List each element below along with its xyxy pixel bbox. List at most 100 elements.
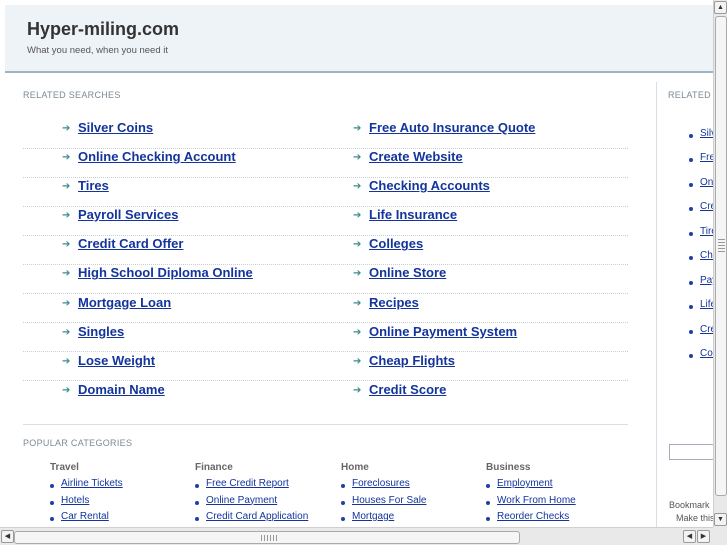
- related-search-link[interactable]: Lose Weight: [78, 353, 155, 368]
- category-link[interactable]: Houses For Sale: [352, 495, 426, 506]
- arrow-right-icon: ➔: [353, 123, 362, 134]
- row-separator: [23, 380, 628, 382]
- category-item: Reorder Checks: [486, 511, 626, 527]
- right-related-link[interactable]: Cre: [700, 324, 713, 335]
- row-separator: [23, 263, 628, 265]
- horizontal-scroll-thumb[interactable]: [14, 531, 520, 544]
- related-search-link[interactable]: Online Store: [369, 265, 446, 280]
- related-search-link[interactable]: Mortgage Loan: [78, 295, 171, 310]
- category-item: Online Payment: [195, 495, 335, 512]
- arrow-right-icon: ➔: [62, 355, 71, 367]
- right-related-link[interactable]: Silv: [700, 128, 713, 139]
- category-link[interactable]: Mortgage: [352, 511, 394, 522]
- related-search-link[interactable]: High School Diploma Online: [78, 265, 253, 280]
- category-link[interactable]: Online Payment: [206, 495, 277, 506]
- related-search-link[interactable]: Checking Accounts: [369, 178, 490, 193]
- grip-icon: [718, 239, 725, 253]
- related-search-item: ➔ Online Payment System: [353, 322, 628, 351]
- category-link[interactable]: Employment: [497, 478, 553, 489]
- right-related-link[interactable]: Cre: [700, 201, 713, 212]
- bullet-icon: [689, 305, 693, 309]
- category-link[interactable]: Foreclosures: [352, 478, 410, 489]
- bullet-icon: [486, 517, 490, 521]
- related-search-item: ➔ Lose Weight: [62, 351, 337, 380]
- related-search-link[interactable]: Domain Name: [78, 382, 165, 397]
- bullet-icon: [689, 281, 693, 285]
- horizontal-scrollbar[interactable]: ◀ ◀ ▶: [0, 527, 713, 545]
- related-search-link[interactable]: Recipes: [369, 295, 419, 310]
- right-related-link[interactable]: Life: [700, 299, 713, 310]
- related-search-item: ➔ Credit Score: [353, 380, 628, 409]
- arrow-right-icon: ➔: [353, 152, 362, 164]
- related-search-link[interactable]: Credit Card Offer: [78, 236, 183, 251]
- category-link[interactable]: Hotels: [61, 495, 89, 506]
- category-column: Travel Airline Tickets Hotels Car Rental: [50, 462, 190, 527]
- related-search-link[interactable]: Life Insurance: [369, 207, 457, 222]
- category-item: Houses For Sale: [341, 495, 481, 512]
- page-viewport: Hyper-miling.com What you need, when you…: [0, 0, 713, 527]
- right-related-link[interactable]: Free: [700, 152, 713, 163]
- related-search-link[interactable]: Online Payment System: [369, 324, 517, 339]
- right-related-link[interactable]: Che: [700, 250, 713, 261]
- related-search-link[interactable]: Payroll Services: [78, 207, 178, 222]
- bullet-icon: [195, 484, 199, 488]
- related-search-item: ➔ Silver Coins: [62, 118, 337, 147]
- related-search-item: ➔ Recipes: [353, 293, 628, 322]
- category-item: Work From Home: [486, 495, 626, 512]
- arrow-right-icon: ➔: [62, 210, 71, 222]
- related-search-item: ➔ Online Store: [353, 263, 628, 292]
- vertical-scroll-thumb[interactable]: [715, 16, 727, 496]
- right-related-link[interactable]: Tire: [700, 226, 713, 237]
- related-search-item: ➔ Checking Accounts: [353, 176, 628, 205]
- related-search-link[interactable]: Create Website: [369, 149, 463, 164]
- related-search-item: ➔ Tires: [62, 176, 337, 205]
- arrow-right-icon: ➔: [353, 210, 362, 222]
- related-search-item: ➔ Singles: [62, 322, 337, 351]
- related-search-link[interactable]: Singles: [78, 324, 124, 339]
- triangle-down-icon[interactable]: ▼: [714, 513, 727, 526]
- triangle-left-icon[interactable]: ◀: [1, 530, 14, 543]
- bullet-icon: [689, 330, 693, 334]
- row-separator: [23, 351, 628, 353]
- category-link[interactable]: Work From Home: [497, 495, 576, 506]
- bullet-icon: [689, 256, 693, 260]
- related-search-link[interactable]: Cheap Flights: [369, 353, 455, 368]
- related-search-link[interactable]: Online Checking Account: [78, 149, 236, 164]
- related-search-link[interactable]: Credit Score: [369, 382, 446, 397]
- category-link[interactable]: Credit Card Application: [206, 511, 308, 522]
- category-link[interactable]: Reorder Checks: [497, 511, 569, 522]
- related-search-item: ➔ Create Website: [353, 147, 628, 176]
- category-item: Hotels: [50, 495, 190, 512]
- category-link[interactable]: Airline Tickets: [61, 478, 123, 489]
- related-search-link[interactable]: Colleges: [369, 236, 423, 251]
- category-column: Home Foreclosures Houses For Sale Mortgage: [341, 462, 481, 527]
- vertical-scrollbar[interactable]: ▲ ▼: [713, 0, 727, 527]
- right-related-label: RELATED: [668, 90, 711, 100]
- make-this-homepage-text[interactable]: Make this: [676, 513, 713, 523]
- row-separator: [23, 176, 628, 178]
- category-title: Business: [486, 462, 531, 473]
- row-separator: [23, 234, 628, 236]
- right-related-link[interactable]: Pay: [700, 275, 713, 286]
- category-link[interactable]: Free Credit Report: [206, 478, 289, 489]
- bullet-icon: [689, 354, 693, 358]
- bookmark-text[interactable]: Bookmark: [669, 500, 710, 510]
- related-search-link[interactable]: Silver Coins: [78, 120, 153, 135]
- site-title[interactable]: Hyper-miling.com: [27, 19, 179, 40]
- category-link[interactable]: Car Rental: [61, 511, 109, 522]
- right-related-link[interactable]: Coll: [700, 348, 713, 359]
- bullet-icon: [689, 134, 693, 138]
- related-search-link[interactable]: Tires: [78, 178, 109, 193]
- search-input[interactable]: [669, 444, 713, 460]
- row-separator: [23, 293, 628, 294]
- right-related-link[interactable]: Onl: [700, 177, 713, 188]
- related-search-item: ➔ Online Checking Account: [62, 147, 337, 176]
- bullet-icon: [50, 500, 54, 505]
- category-item: Car Rental: [50, 511, 190, 527]
- bullet-icon: [689, 183, 693, 187]
- related-search-link[interactable]: Free Auto Insurance Quote: [369, 120, 535, 135]
- triangle-right-icon[interactable]: ▶: [697, 530, 710, 543]
- row-separator: [23, 147, 628, 149]
- triangle-left-icon[interactable]: ◀: [683, 530, 696, 543]
- triangle-up-icon[interactable]: ▲: [714, 1, 727, 14]
